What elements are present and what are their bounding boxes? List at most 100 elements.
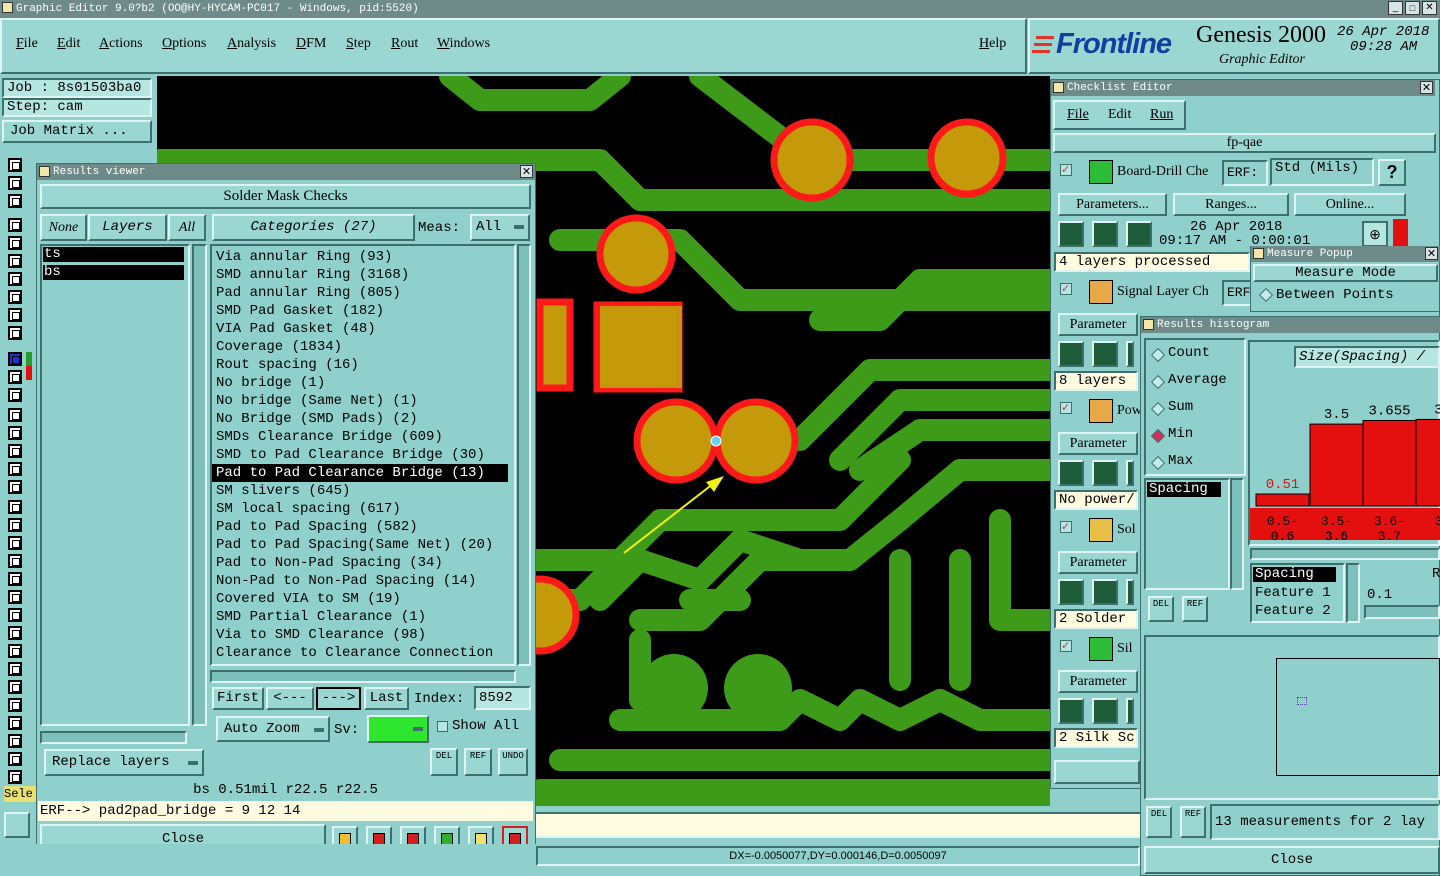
check-label-signal[interactable]: Signal Layer Ch	[1117, 284, 1223, 300]
category-item[interactable]: Via to SMD Clearance (98)	[212, 626, 514, 644]
job-matrix-button[interactable]: Job Matrix ...	[2, 120, 152, 143]
category-item[interactable]: SMD annular Ring (3168)	[212, 266, 514, 284]
layer-toggle-icon[interactable]	[8, 770, 22, 784]
window-menu-icon[interactable]	[39, 166, 50, 177]
check-checkbox[interactable]: ✓	[1060, 521, 1072, 533]
check-label-solder[interactable]: Sol	[1117, 522, 1136, 538]
parameters-button-5[interactable]: Parameter	[1058, 670, 1138, 693]
run-action-icon[interactable]	[1126, 698, 1134, 724]
online-button[interactable]: Online...	[1294, 193, 1406, 216]
layer-toggle-icon[interactable]	[8, 518, 22, 532]
min-slider[interactable]	[1364, 605, 1440, 619]
layer-toggle-icon[interactable]	[8, 536, 22, 550]
next-button[interactable]: --->	[316, 687, 361, 710]
layer-toggle-icon[interactable]	[8, 572, 22, 586]
menu-file[interactable]: File	[16, 36, 38, 52]
layer-toggle-icon[interactable]	[8, 290, 22, 304]
close-icon[interactable]: ✕	[1425, 247, 1438, 260]
run-action-icon[interactable]	[1058, 221, 1084, 247]
checklist-menu-run[interactable]: Run	[1150, 107, 1173, 123]
layer-toggle-icon[interactable]	[8, 662, 22, 676]
menu-analysis[interactable]: Analysis	[227, 36, 276, 52]
category-item[interactable]: Pad to Pad Spacing(Same Net) (20)	[212, 536, 514, 554]
run-action-icon[interactable]	[1092, 341, 1118, 367]
category-item[interactable]: VIA Pad Gasket (48)	[212, 320, 514, 338]
category-item[interactable]: Clearance to Clearance Connection	[212, 644, 514, 662]
layer-toggle-icon[interactable]	[8, 680, 22, 694]
category-item[interactable]: Pad to Pad Clearance Bridge (13)	[212, 464, 508, 482]
menu-options[interactable]: Options	[162, 36, 206, 52]
auto-zoom-dropdown[interactable]: Auto Zoom	[216, 716, 330, 742]
results-viewer-title-bar[interactable]: Results viewer ✕	[37, 164, 535, 180]
layer-toggle-icon[interactable]	[8, 236, 22, 250]
layer-toggle-icon[interactable]	[8, 444, 22, 458]
layer-toggle-icon[interactable]	[8, 218, 22, 232]
layer-toggle-icon[interactable]	[8, 370, 22, 384]
run-action-icon[interactable]	[1058, 460, 1084, 486]
layers-button[interactable]: Layers	[88, 214, 167, 241]
category-item[interactable]: SMD Partial Clearance (1)	[212, 608, 514, 626]
run-action-icon[interactable]	[1092, 460, 1118, 486]
histogram-bar[interactable]	[1255, 493, 1310, 507]
index-input[interactable]: 8592	[474, 686, 531, 710]
layer-toggle-icon[interactable]	[8, 608, 22, 622]
layer-toggle-icon[interactable]	[8, 716, 22, 730]
category-item[interactable]: Via annular Ring (93)	[212, 248, 514, 266]
layer-toggle-icon[interactable]	[8, 254, 22, 268]
replace-layers-dropdown[interactable]: Replace layers	[44, 749, 204, 776]
layers-all-button[interactable]: All	[168, 214, 206, 241]
first-button[interactable]: First	[212, 687, 264, 710]
layer-toggle-icon[interactable]	[8, 626, 22, 640]
category-item[interactable]: No bridge (1)	[212, 374, 514, 392]
layer-hscrollbar[interactable]	[40, 731, 187, 744]
feature-item-1[interactable]: Feature 1	[1255, 585, 1331, 601]
check-label-power[interactable]: Pow	[1117, 403, 1142, 419]
run-action-icon[interactable]	[1058, 579, 1084, 605]
category-item[interactable]: SMD to Pad Clearance Bridge (30)	[212, 446, 514, 464]
run-action-icon[interactable]	[1126, 460, 1134, 486]
histogram-bar[interactable]	[1309, 423, 1364, 507]
zoom-icon[interactable]: ⊕	[1362, 221, 1388, 247]
close-icon[interactable]: ✕	[1420, 81, 1433, 94]
categories-button[interactable]: Categories (27)	[212, 214, 415, 241]
layer-toggle-icon[interactable]	[8, 734, 22, 748]
parameters-button-4[interactable]: Parameter	[1058, 551, 1138, 574]
feature-item-spacing[interactable]: Spacing	[1253, 567, 1336, 582]
layer-toggle-icon[interactable]	[8, 352, 22, 366]
menu-rout[interactable]: Rout	[391, 36, 418, 52]
category-item[interactable]: SMDs Clearance Bridge (609)	[212, 428, 514, 446]
histogram-bar[interactable]	[1362, 419, 1417, 507]
layer-item-ts[interactable]: ts	[43, 247, 184, 262]
menu-dfm[interactable]: DFM	[296, 36, 326, 52]
layer-toggle-icon[interactable]	[8, 462, 22, 476]
check-checkbox[interactable]: ✓	[1060, 164, 1072, 176]
layer-toggle-icon[interactable]	[8, 158, 22, 172]
category-item[interactable]: Non-Pad to Non-Pad Spacing (14)	[212, 572, 514, 590]
checklist-menu-edit[interactable]: Edit	[1108, 107, 1131, 123]
category-item[interactable]: Rout spacing (16)	[212, 356, 514, 374]
layer-toggle-icon[interactable]	[8, 408, 22, 422]
layer-item-bs[interactable]: bs	[43, 265, 184, 280]
layers-none-button[interactable]: None	[40, 214, 87, 241]
category-scrollbar[interactable]	[517, 244, 531, 666]
layer-toggle-icon[interactable]	[8, 590, 22, 604]
layer-toggle-icon[interactable]	[8, 644, 22, 658]
hist-del-button-2[interactable]: DEL	[1146, 806, 1172, 838]
hist-ref-button[interactable]: REF	[1182, 596, 1208, 622]
category-item[interactable]: SM slivers (645)	[212, 482, 514, 500]
window-menu-icon[interactable]	[1253, 248, 1264, 259]
layer-toggle-icon[interactable]	[8, 326, 22, 340]
attribute-scrollbar[interactable]	[1230, 478, 1244, 590]
app-title-bar[interactable]: Graphic Editor 9.0?b2 (OO@HY-HYCAM-PC017…	[0, 0, 1440, 18]
check-checkbox[interactable]: ✓	[1060, 640, 1072, 652]
last-button[interactable]: Last	[364, 687, 409, 710]
minimize-icon[interactable]: _	[1388, 1, 1403, 15]
feature-item-2[interactable]: Feature 2	[1255, 603, 1331, 619]
check-checkbox[interactable]: ✓	[1060, 283, 1072, 295]
check-label-silk[interactable]: Sil	[1117, 641, 1133, 657]
category-item[interactable]: Pad annular Ring (805)	[212, 284, 514, 302]
sv-color-dropdown[interactable]	[367, 715, 429, 743]
category-item[interactable]: Pad to Non-Pad Spacing (34)	[212, 554, 514, 572]
run-action-icon[interactable]	[1126, 221, 1152, 247]
window-menu-icon[interactable]	[1053, 82, 1064, 93]
